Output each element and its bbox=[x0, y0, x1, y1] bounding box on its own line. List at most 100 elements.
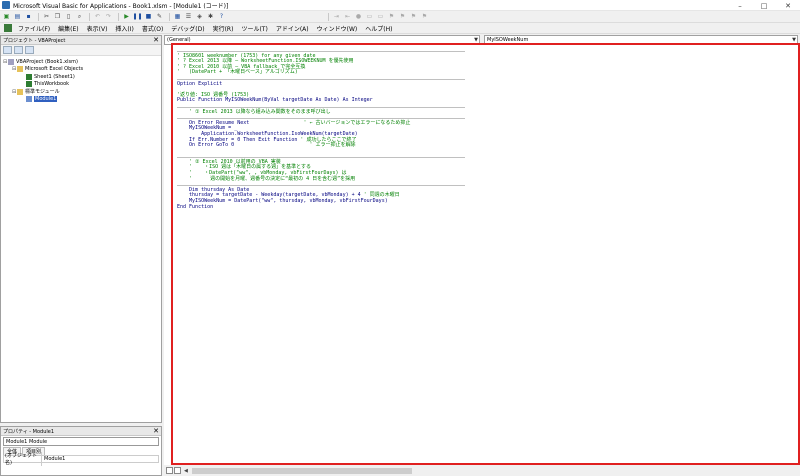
close-properties-pane-icon[interactable]: ✕ bbox=[153, 427, 159, 435]
object-browser-icon[interactable]: ◈ bbox=[195, 12, 204, 21]
code-text[interactable]: ' ISO8601 weeknumber (1753) for any give… bbox=[177, 48, 795, 210]
tree-node[interactable]: ⊟ VBAProject (Book1.xlsm) bbox=[3, 58, 161, 66]
redo-icon[interactable]: ↷ bbox=[104, 12, 113, 21]
project-explorer-toolbar bbox=[1, 45, 161, 56]
menu-bar: ファイル(F) 編集(E) 表示(V) 挿入(I) 書式(O) デバッグ(D) 実行(R) ツ… bbox=[0, 23, 800, 34]
menu-item[interactable]: ヘルプ(H) bbox=[361, 24, 396, 33]
tree-node-label: 標準モジュール bbox=[25, 89, 60, 96]
clear-bookmarks-icon[interactable]: ⚑ bbox=[420, 12, 429, 21]
menu-item[interactable]: 編集(E) bbox=[54, 24, 82, 33]
menu-item[interactable]: 表示(V) bbox=[83, 24, 112, 33]
run-icon[interactable]: ▶ bbox=[122, 12, 131, 21]
code-window: (General) ▼ MyISOWeekNum ▼ ' ISO8601 wee… bbox=[164, 35, 800, 476]
procedure-separator bbox=[177, 182, 795, 188]
view-excel-icon[interactable]: ▣ bbox=[2, 12, 11, 21]
help-icon[interactable]: ? bbox=[217, 12, 226, 21]
title-bar: Microsoft Visual Basic for Applications … bbox=[0, 0, 800, 11]
sheet-icon bbox=[26, 73, 32, 80]
tree-node-label: Microsoft Excel Objects bbox=[25, 66, 84, 73]
code-editor[interactable]: ' ISO8601 weeknumber (1753) for any give… bbox=[171, 43, 800, 465]
properties-title: プロパティ - Module1 bbox=[3, 428, 55, 435]
procedure-separator bbox=[177, 76, 795, 82]
scroll-left-icon[interactable]: ◀ bbox=[184, 468, 188, 474]
menu-item[interactable]: ツール(T) bbox=[237, 24, 271, 33]
save-icon[interactable]: ▪ bbox=[24, 12, 33, 21]
project-explorer-header: プロジェクト - VBAProject ✕ bbox=[1, 36, 161, 45]
code-comment: ' エラー抑止を解除 bbox=[309, 142, 356, 149]
minimize-button[interactable]: – bbox=[728, 0, 752, 11]
full-module-view-icon[interactable] bbox=[174, 467, 181, 474]
paste-icon[interactable]: ▯ bbox=[64, 12, 73, 21]
maximize-button[interactable]: □ bbox=[752, 0, 776, 11]
properties-header: プロパティ - Module1 ✕ bbox=[1, 427, 161, 436]
project-icon bbox=[8, 58, 14, 65]
menu-item[interactable]: 書式(O) bbox=[138, 24, 167, 33]
menu-item[interactable]: 実行(R) bbox=[209, 24, 238, 33]
uncomment-block-icon[interactable]: ▭ bbox=[376, 12, 385, 21]
properties-object-select[interactable]: Module1 Module bbox=[3, 437, 159, 446]
project-tree: ⊟ VBAProject (Book1.xlsm) ⊟ Microsoft Excel… bbox=[1, 56, 161, 103]
menu-item[interactable]: ウィンドウ(W) bbox=[313, 24, 362, 33]
toolbar-separator bbox=[89, 12, 90, 21]
toolbar-separator bbox=[38, 12, 39, 21]
tree-node-label: VBAProject (Book1.xlsm) bbox=[16, 58, 78, 65]
tree-node-label: Sheet1 (Sheet1) bbox=[34, 73, 75, 80]
vba-app-icon bbox=[2, 1, 10, 9]
property-name: (オブジェクト名) bbox=[4, 452, 42, 466]
toolbox-icon[interactable]: ✱ bbox=[206, 12, 215, 21]
design-mode-icon[interactable]: ✎ bbox=[155, 12, 164, 21]
tree-node-label: ThisWorkbook bbox=[34, 81, 70, 88]
excel-menu-icon[interactable] bbox=[4, 24, 12, 32]
view-code-icon[interactable] bbox=[3, 46, 12, 54]
procedure-view-icon[interactable] bbox=[166, 467, 173, 474]
find-icon[interactable]: ⌕ bbox=[75, 12, 84, 21]
close-project-pane-icon[interactable]: ✕ bbox=[153, 36, 159, 44]
insert-module-icon[interactable]: ▤ bbox=[13, 12, 22, 21]
project-explorer-title: プロジェクト - VBAProject bbox=[3, 37, 66, 44]
toggle-folders-icon[interactable] bbox=[25, 46, 34, 54]
tree-node[interactable]: ⊟ Microsoft Excel Objects bbox=[3, 66, 161, 74]
tree-node[interactable]: ⊟ 標準モジュール bbox=[3, 88, 161, 96]
tree-node[interactable]: Module1 bbox=[3, 96, 161, 104]
folder-icon bbox=[17, 66, 23, 73]
project-explorer: プロジェクト - VBAProject ✕ ⊟ VBAProject (Book1… bbox=[0, 35, 162, 423]
comment-block-icon[interactable]: ▭ bbox=[365, 12, 374, 21]
toggle-bookmark-icon[interactable]: ⚑ bbox=[387, 12, 396, 21]
reset-icon[interactable]: ■ bbox=[144, 12, 153, 21]
tree-node[interactable]: Sheet1 (Sheet1) bbox=[3, 73, 161, 81]
close-window-button[interactable]: ✕ bbox=[776, 0, 800, 11]
folder-icon bbox=[17, 88, 23, 95]
break-icon[interactable]: ❚❚ bbox=[132, 12, 142, 21]
cut-icon[interactable]: ✂ bbox=[42, 12, 51, 21]
scroll-thumb[interactable] bbox=[191, 467, 412, 474]
copy-icon[interactable]: ❐ bbox=[53, 12, 62, 21]
project-explorer-icon[interactable]: ▦ bbox=[173, 12, 182, 21]
toolbar-separator bbox=[118, 12, 119, 21]
toggle-breakpoint-icon[interactable]: ● bbox=[354, 12, 363, 21]
standard-toolbar: ▣ ▤ ▪ ✂ ❐ ▯ ⌕ ↶ ↷ ▶ ❚❚ ■ ✎ ▦ ☰ ◈ ✱ ? ⇥ ⇤… bbox=[0, 11, 800, 23]
procedure-separator bbox=[177, 48, 795, 54]
menu-item[interactable]: アドイン(A) bbox=[272, 24, 313, 33]
sheet-icon bbox=[26, 81, 32, 88]
menu-item[interactable]: 挿入(I) bbox=[111, 24, 137, 33]
code-statement: On Error GoTo 0 bbox=[177, 142, 310, 149]
code-line: End Function bbox=[177, 203, 214, 210]
property-value[interactable]: Module1 bbox=[42, 456, 65, 462]
previous-bookmark-icon[interactable]: ⚑ bbox=[409, 12, 418, 21]
horizontal-scrollbar[interactable]: ◀ bbox=[164, 465, 800, 476]
menu-item[interactable]: デバッグ(D) bbox=[167, 24, 208, 33]
procedure-separator bbox=[177, 104, 795, 110]
properties-window-icon[interactable]: ☰ bbox=[184, 12, 193, 21]
procedure-separator bbox=[177, 154, 795, 160]
property-row[interactable]: (オブジェクト名) Module1 bbox=[3, 452, 159, 466]
window-title: Microsoft Visual Basic for Applications … bbox=[13, 2, 229, 10]
menu-item[interactable]: ファイル(F) bbox=[14, 24, 54, 33]
indent-icon[interactable]: ⇥ bbox=[332, 12, 341, 21]
next-bookmark-icon[interactable]: ⚑ bbox=[398, 12, 407, 21]
undo-icon[interactable]: ↶ bbox=[93, 12, 102, 21]
procedure-separator bbox=[177, 115, 795, 121]
outdent-icon[interactable]: ⇤ bbox=[343, 12, 352, 21]
tree-node[interactable]: ThisWorkbook bbox=[3, 81, 161, 89]
view-object-icon[interactable] bbox=[14, 46, 23, 54]
tree-node-label: Module1 bbox=[34, 96, 58, 103]
